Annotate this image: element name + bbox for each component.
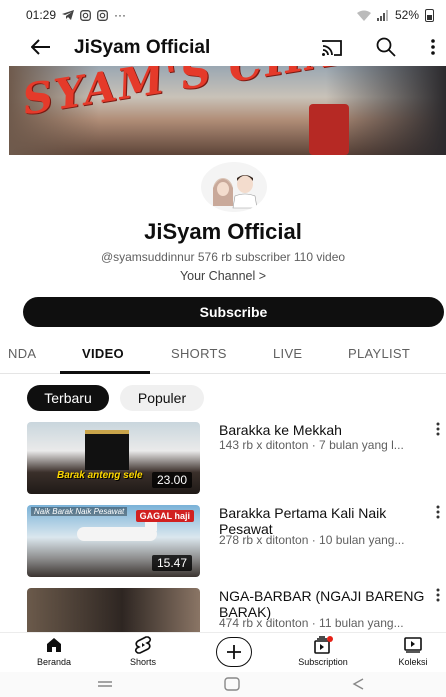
tab-playlist[interactable]: PLAYLIST: [348, 346, 410, 361]
channel-meta: @syamsuddinnur 576 rb subscriber 110 vid…: [100, 250, 346, 264]
nav-library-label: Koleksi: [398, 657, 428, 667]
header-title: JiSyam Official: [74, 37, 211, 58]
channel-banner: SYAM'S CHANNEL: [9, 66, 446, 155]
thumbnail-tag: GAGAL haji: [135, 510, 194, 522]
video-thumbnail[interactable]: Naik Barak Naik Pesawat GAGAL haji 15.47: [27, 505, 200, 577]
recents-button[interactable]: [95, 676, 115, 692]
nav-shorts[interactable]: Shorts: [108, 635, 178, 667]
video-item[interactable]: Naik Barak Naik Pesawat GAGAL haji 15.47…: [0, 505, 446, 579]
status-bar: 01:29 ··· 52%: [0, 0, 446, 30]
more-vert-icon: [436, 422, 440, 436]
video-more-button[interactable]: [436, 505, 444, 523]
nav-home-label: Beranda: [36, 657, 72, 667]
subscription-icon: [288, 635, 358, 655]
more-options-button[interactable]: [426, 35, 440, 59]
status-left: 01:29 ···: [26, 8, 126, 22]
library-icon: [378, 635, 446, 655]
home-square-icon: [224, 677, 240, 691]
cast-button[interactable]: [320, 36, 344, 60]
more-notifications-icon: ···: [114, 8, 127, 22]
video-meta: 278 rb x ditonton · 10 bulan yang...: [219, 533, 405, 547]
subscribe-button[interactable]: Subscribe: [23, 297, 444, 327]
chevron-left-icon: [352, 678, 364, 690]
active-tab-indicator: [60, 371, 150, 374]
status-right: 52%: [356, 8, 434, 22]
back-button[interactable]: [28, 34, 54, 60]
instagram-icon: [80, 9, 91, 21]
avatar-illustration: [213, 175, 258, 209]
back-system-button[interactable]: [348, 676, 368, 692]
tab-live[interactable]: LIVE: [273, 346, 302, 361]
tab-video[interactable]: VIDEO: [82, 346, 124, 361]
nav-library[interactable]: Koleksi: [378, 635, 446, 667]
more-vert-icon: [431, 39, 435, 55]
telegram-icon: [62, 10, 75, 20]
video-item[interactable]: NGA-BARBAR (NGAJI BARENG BARAK) 474 rb x…: [0, 588, 446, 632]
arrow-back-icon: [31, 39, 50, 55]
search-icon: [376, 37, 396, 57]
wifi-icon: [356, 10, 371, 21]
video-more-button[interactable]: [436, 588, 444, 606]
chip-terbaru[interactable]: Terbaru: [27, 385, 109, 411]
banner-decoration: [309, 104, 349, 155]
tab-shorts[interactable]: SHORTS: [171, 346, 227, 361]
system-navigation-bar: [0, 672, 446, 697]
video-title[interactable]: Barakka ke Mekkah: [219, 422, 429, 438]
search-button[interactable]: [374, 35, 398, 59]
video-duration: 15.47: [151, 555, 192, 571]
signal-icon: [376, 9, 388, 21]
home-system-button[interactable]: [222, 676, 242, 692]
home-icon: [19, 635, 89, 655]
shorts-icon: [108, 635, 178, 655]
bottom-navigation: Beranda Shorts Subscription Koleksi: [0, 632, 446, 672]
nav-shorts-label: Shorts: [129, 657, 156, 667]
instagram-icon-2: [97, 9, 108, 21]
video-thumbnail[interactable]: [27, 588, 200, 632]
nav-subscription[interactable]: Subscription: [288, 635, 358, 667]
video-meta: 143 rb x ditonton · 7 bulan yang l...: [219, 438, 404, 452]
thumbnail-caption: Barak anteng sele: [57, 470, 143, 481]
nav-home[interactable]: Beranda: [19, 635, 89, 667]
plus-icon: [227, 645, 241, 659]
video-more-button[interactable]: [436, 422, 444, 440]
thumbnail-banner: Naik Barak Naik Pesawat: [31, 507, 128, 516]
top-app-bar: JiSyam Official: [0, 30, 446, 66]
video-thumbnail[interactable]: Barak anteng sele 23.00: [27, 422, 200, 494]
thumbnail-kaaba: [85, 430, 129, 470]
video-meta: 474 rb x ditonton · 11 bulan yang...: [219, 616, 404, 630]
battery-icon: [425, 8, 434, 22]
your-channel-link[interactable]: Your Channel >: [0, 269, 446, 283]
recents-icon: [98, 681, 112, 687]
battery-percent: 52%: [394, 8, 419, 22]
video-duration: 23.00: [151, 472, 192, 488]
more-vert-icon: [436, 588, 440, 602]
video-item[interactable]: Barak anteng sele 23.00 Barakka ke Mekka…: [0, 422, 446, 496]
channel-name: JiSyam Official: [144, 219, 302, 244]
chip-populer[interactable]: Populer: [120, 385, 204, 411]
nav-subscription-label: Subscription: [298, 657, 348, 667]
tab-beranda[interactable]: NDA: [8, 346, 36, 361]
create-button[interactable]: [216, 637, 252, 667]
more-vert-icon: [436, 505, 440, 519]
channel-tabs: NDA VIDEO SHORTS LIVE PLAYLIST: [0, 336, 446, 374]
status-time: 01:29: [26, 8, 57, 22]
cast-icon: [322, 40, 342, 56]
channel-avatar[interactable]: [201, 162, 267, 212]
